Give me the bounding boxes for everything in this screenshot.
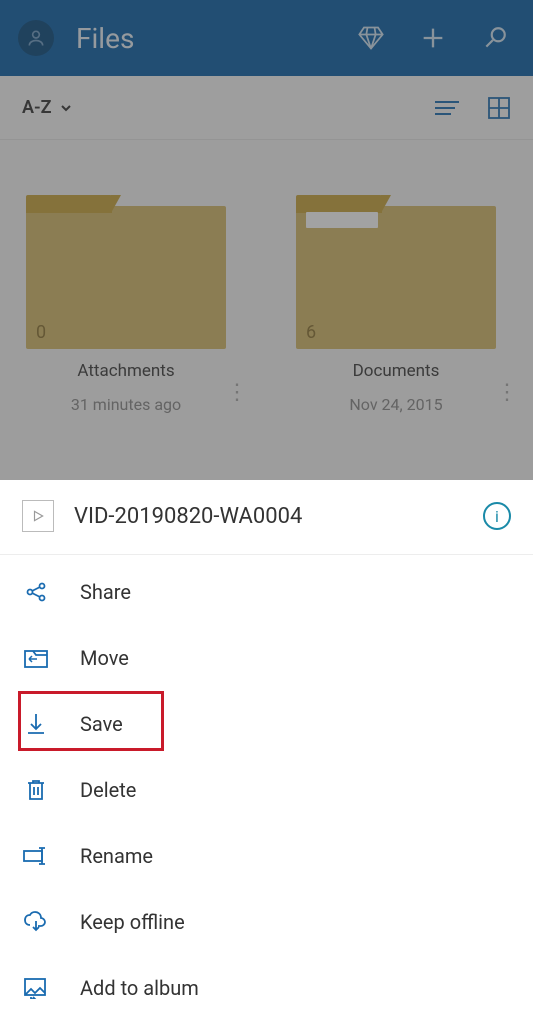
menu-label: Delete [80,778,136,802]
delete-item[interactable]: Delete [0,757,533,823]
keep-offline-item[interactable]: Keep offline [0,889,533,955]
video-thumbnail [22,500,54,532]
menu-label: Share [80,580,131,604]
menu-label: Add to album [80,976,199,1000]
modal-overlay[interactable] [0,0,533,480]
play-icon [31,509,45,523]
menu-label: Rename [80,844,153,868]
sheet-title: VID-20190820-WA0004 [74,504,463,529]
share-item[interactable]: Share [0,559,533,625]
menu-label: Move [80,646,129,670]
album-icon [23,977,49,999]
action-sheet: VID-20190820-WA0004 i Share Move [0,480,533,1025]
download-icon [25,712,47,736]
rename-item[interactable]: Rename [0,823,533,889]
save-item[interactable]: Save [0,691,533,757]
menu-label: Keep offline [80,910,185,934]
menu-label: Save [80,712,123,736]
move-item[interactable]: Move [0,625,533,691]
rename-icon [22,846,50,866]
add-to-album-item[interactable]: Add to album [0,955,533,1021]
move-icon [23,647,49,669]
share-icon [24,580,48,604]
trash-icon [25,778,47,802]
cloud-download-icon [22,911,50,933]
info-icon: i [495,507,499,526]
info-button[interactable]: i [483,502,511,530]
sheet-header: VID-20190820-WA0004 i [0,500,533,555]
menu-list: Share Move Save [0,555,533,1025]
